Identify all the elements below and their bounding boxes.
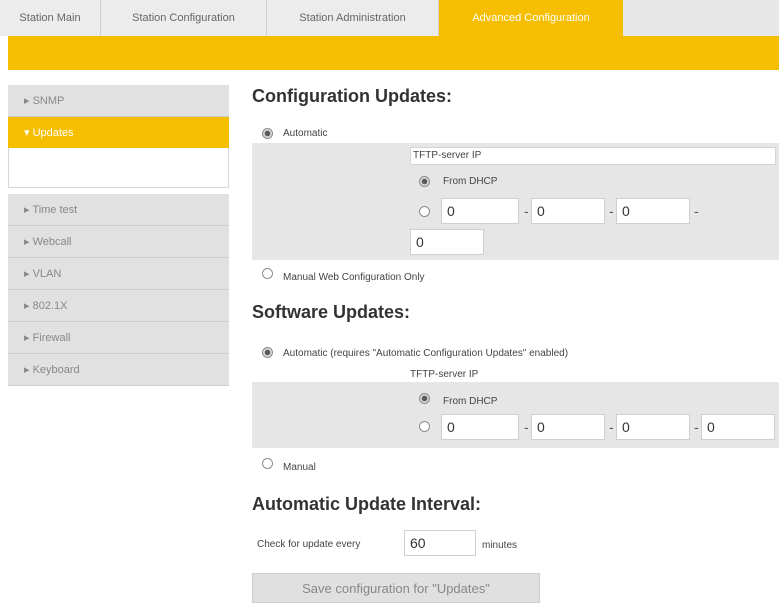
update-interval-heading: Automatic Update Interval: [252,494,482,514]
sidebar-item-snmp[interactable]: ▸ SNMP [8,85,229,117]
software-tftp-label: TFTP-server IP [410,369,479,380]
config-manual-radio[interactable] [262,268,273,279]
config-ip-separator-3: - [694,203,699,219]
config-ip-octet-3[interactable] [616,198,690,224]
config-from-dhcp-radio[interactable] [419,176,430,187]
config-updates-heading: Configuration Updates: [252,86,452,106]
config-tftp-label: TFTP-server IP [413,150,482,161]
software-from-dhcp-label: From DHCP [443,396,498,407]
sidebar-item-keyboard[interactable]: ▸ Keyboard [8,354,229,386]
sidebar-item-webcall[interactable]: ▸ Webcall [8,226,229,258]
tab-station-administration[interactable]: Station Administration [267,0,439,36]
tab-advanced-configuration[interactable]: Advanced Configuration [439,0,623,36]
config-ip-separator-1: - [524,203,529,219]
sidebar-submenu-panel [8,148,229,188]
config-from-dhcp-label: From DHCP [443,176,498,187]
update-interval-minutes-input[interactable] [404,530,476,556]
config-ip-separator-2: - [609,203,614,219]
update-interval-unit-label: minutes [482,540,518,551]
software-automatic-label: Automatic (requires "Automatic Configura… [283,348,569,359]
config-automatic-radio[interactable] [262,128,273,139]
software-ip-separator-3: - [694,419,699,435]
software-ip-separator-2: - [609,419,614,435]
software-ip-octet-4[interactable] [701,414,775,440]
software-manual-radio[interactable] [262,458,273,469]
software-ip-octet-3[interactable] [616,414,690,440]
config-static-ip-radio[interactable] [419,206,430,217]
sidebar-item-firewall[interactable]: ▸ Firewall [8,322,229,354]
config-ip-octet-1[interactable] [441,198,519,224]
tab-station-main[interactable]: Station Main [0,0,101,36]
save-configuration-button[interactable]: Save configuration for "Updates" [252,573,540,603]
software-ip-octet-2[interactable] [531,414,605,440]
software-ip-octet-1[interactable] [441,414,519,440]
config-automatic-label: Automatic [283,128,328,139]
software-updates-heading: Software Updates: [252,302,411,322]
config-ip-octet-4[interactable] [410,229,484,255]
sidebar-item-8021x[interactable]: ▸ 802.1X [8,290,229,322]
software-static-ip-radio[interactable] [419,421,430,432]
sub-header-bar [8,36,779,70]
update-interval-check-label: Check for update every [257,539,361,550]
config-manual-label: Manual Web Configuration Only [283,272,425,283]
sidebar-item-updates[interactable]: ▾ Updates [8,117,229,149]
software-manual-label: Manual [283,462,316,473]
config-ip-octet-2[interactable] [531,198,605,224]
sidebar-item-time-test[interactable]: ▸ Time test [8,194,229,226]
sidebar-item-vlan[interactable]: ▸ VLAN [8,258,229,290]
software-ip-separator-1: - [524,419,529,435]
tab-station-configuration[interactable]: Station Configuration [101,0,267,36]
software-from-dhcp-radio[interactable] [419,393,430,404]
software-automatic-radio[interactable] [262,347,273,358]
